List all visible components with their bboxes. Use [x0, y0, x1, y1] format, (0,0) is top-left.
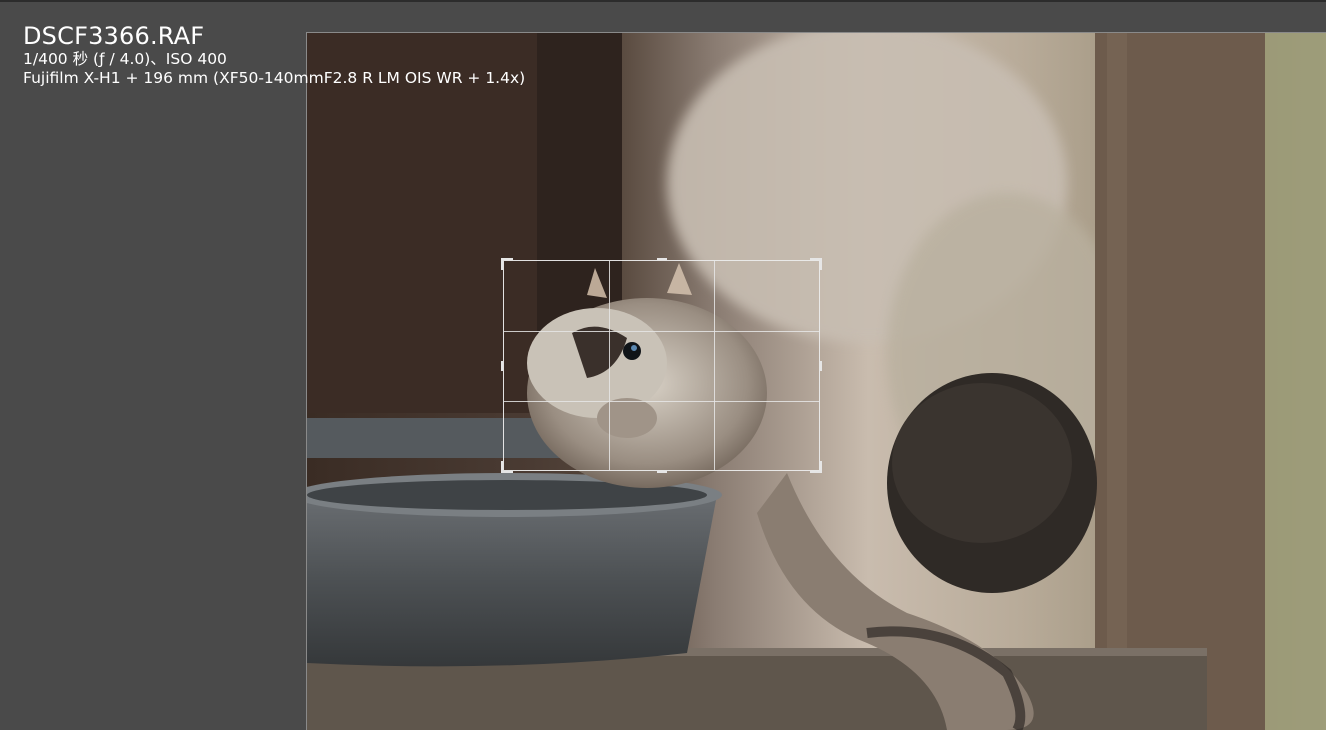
top-strip: [0, 0, 1326, 2]
crop-corner-handle-top-right[interactable]: [810, 258, 822, 270]
crop-grid-line: [504, 401, 819, 402]
crop-corner-handle-bottom-left[interactable]: [501, 461, 513, 473]
crop-edge-handle-left[interactable]: [501, 361, 503, 371]
crop-edge-handle-right[interactable]: [820, 361, 822, 371]
crop-edge-handle-top[interactable]: [657, 258, 667, 260]
crop-grid-line: [504, 331, 819, 332]
crop-edge-handle-bottom[interactable]: [657, 471, 667, 473]
crop-corner-handle-bottom-right[interactable]: [810, 461, 822, 473]
image-filename: DSCF3366.RAF: [23, 22, 205, 50]
image-info-overlay: DSCF3366.RAF 1/400 秒 (ƒ / 4.0)、ISO 400 F…: [23, 22, 525, 88]
crop-corner-handle-top-left[interactable]: [501, 258, 513, 270]
camera-lens-info: Fujifilm X-H1 + 196 mm (XF50-140mmF2.8 R…: [23, 69, 526, 87]
crop-grid-line: [609, 261, 610, 470]
crop-grid-line: [714, 261, 715, 470]
exposure-info: 1/400 秒 (ƒ / 4.0)、ISO 400: [23, 50, 227, 68]
crop-rectangle[interactable]: [501, 258, 822, 473]
